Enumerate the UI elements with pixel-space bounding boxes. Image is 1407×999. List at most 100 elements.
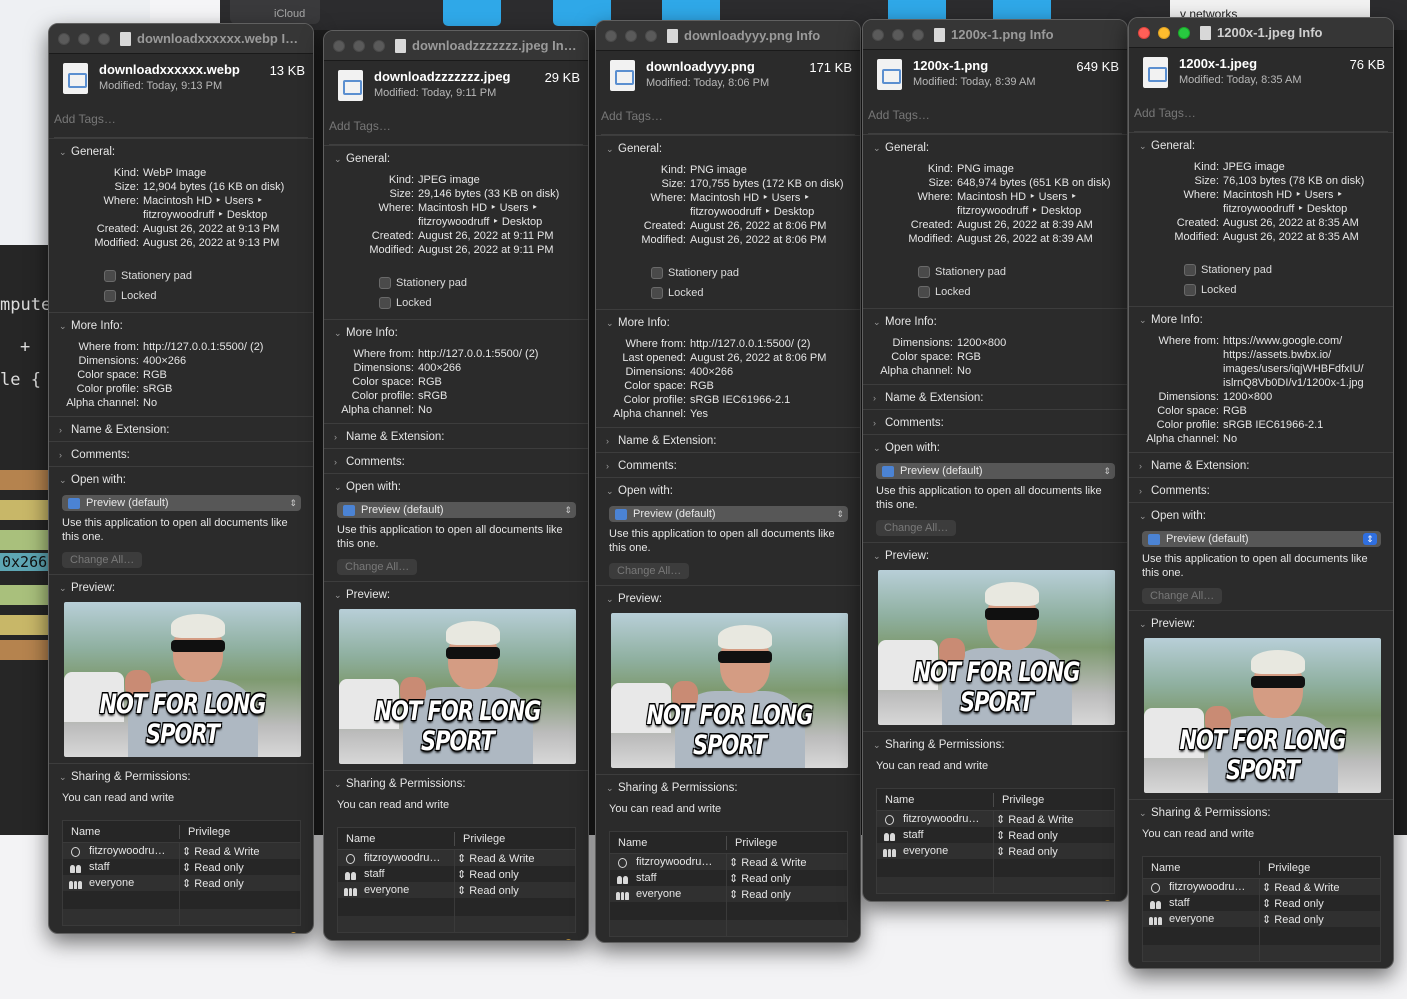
stationery-checkbox[interactable]: Stationery pad	[1184, 260, 1393, 280]
general-header[interactable]: ⌄ General:	[324, 152, 588, 166]
name-extension-header[interactable]: › Name & Extension:	[596, 434, 860, 448]
open-with-popup[interactable]: Preview (default) ⇕	[1142, 531, 1381, 547]
zoom-button[interactable]	[373, 39, 385, 52]
more-info-header[interactable]: ⌄ More Info:	[324, 326, 588, 340]
privilege-popup[interactable]: ⇕ Read & Write	[455, 852, 575, 865]
sharing-header[interactable]: ⌄ Sharing & Permissions:	[324, 777, 588, 791]
permission-row[interactable]: fitzroywoodru… ⇕ Read & Write	[63, 843, 300, 859]
permission-row[interactable]: everyone ⇕ Read only	[63, 875, 300, 891]
remove-user-button[interactable]: −	[82, 933, 100, 934]
permission-row[interactable]: everyone ⇕ Read only	[877, 843, 1114, 859]
general-header[interactable]: ⌄ General:	[1129, 139, 1393, 153]
name-extension-header[interactable]: › Name & Extension:	[1129, 459, 1393, 473]
privilege-popup[interactable]: ⇕ Read only	[727, 888, 847, 901]
permission-row[interactable]: staff ⇕ Read only	[338, 866, 575, 882]
stationery-checkbox[interactable]: Stationery pad	[918, 262, 1127, 282]
general-header[interactable]: ⌄ General:	[49, 145, 313, 159]
folder-icon[interactable]	[443, 0, 501, 26]
name-extension-header[interactable]: › Name & Extension:	[49, 423, 313, 437]
column-header-name[interactable]: Name	[610, 835, 727, 850]
more-info-header[interactable]: ⌄ More Info:	[1129, 313, 1393, 327]
stationery-checkbox[interactable]: Stationery pad	[379, 273, 588, 293]
open-with-popup[interactable]: Preview (default) ⇕	[876, 463, 1115, 479]
privilege-popup[interactable]: ⇕ Read & Write	[727, 856, 847, 869]
close-button[interactable]	[605, 29, 617, 42]
tags-field[interactable]: Add Tags…	[54, 106, 308, 138]
general-header[interactable]: ⌄ General:	[863, 141, 1127, 155]
change-all-button[interactable]: Change All…	[1142, 588, 1223, 604]
change-all-button[interactable]: Change All…	[876, 520, 957, 536]
action-menu-button[interactable]: ⊙⌄	[916, 901, 944, 902]
permission-row[interactable]: fitzroywoodru… ⇕ Read & Write	[1143, 879, 1380, 895]
permission-row[interactable]: staff ⇕ Read only	[63, 859, 300, 875]
privilege-popup[interactable]: ⇕ Read only	[1260, 913, 1380, 926]
info-window[interactable]: 1200x-1.jpeg Info 1200x-1.jpeg Modified:…	[1128, 17, 1394, 969]
locked-checkbox[interactable]: Locked	[918, 282, 1127, 302]
comments-header[interactable]: › Comments:	[863, 416, 1127, 430]
change-all-button[interactable]: Change All…	[337, 559, 418, 575]
privilege-popup[interactable]: ⇕ Read & Write	[994, 813, 1114, 826]
more-info-header[interactable]: ⌄ More Info:	[863, 315, 1127, 329]
title-bar[interactable]: downloadzzzzzzz.jpeg In…	[324, 31, 588, 61]
permission-row[interactable]: everyone ⇕ Read only	[1143, 911, 1380, 927]
privilege-popup[interactable]: ⇕ Read & Write	[180, 845, 300, 858]
permission-row[interactable]: staff ⇕ Read only	[1143, 895, 1380, 911]
add-user-button[interactable]: +	[62, 933, 80, 934]
close-button[interactable]	[58, 32, 70, 45]
tags-field[interactable]: Add Tags…	[1134, 100, 1388, 132]
privilege-popup[interactable]: ⇕ Read only	[180, 861, 300, 874]
column-header-privilege[interactable]: Privilege	[727, 837, 847, 849]
privilege-popup[interactable]: ⇕ Read & Write	[1260, 881, 1380, 894]
close-button[interactable]	[872, 28, 884, 41]
change-all-button[interactable]: Change All…	[609, 563, 690, 579]
preview-header[interactable]: ⌄ Preview:	[324, 588, 588, 602]
close-button[interactable]	[1138, 26, 1150, 39]
tags-field[interactable]: Add Tags…	[868, 102, 1122, 134]
info-window[interactable]: downloadyyy.png Info downloadyyy.png Mod…	[595, 20, 861, 943]
permission-row[interactable]: staff ⇕ Read only	[610, 870, 847, 886]
preview-header[interactable]: ⌄ Preview:	[49, 581, 313, 595]
permission-row[interactable]: fitzroywoodru… ⇕ Read & Write	[877, 811, 1114, 827]
open-with-header[interactable]: ⌄ Open with:	[49, 473, 313, 487]
lock-icon[interactable]	[288, 932, 299, 933]
permission-row[interactable]: fitzroywoodru… ⇕ Read & Write	[338, 850, 575, 866]
comments-header[interactable]: › Comments:	[1129, 484, 1393, 498]
locked-checkbox[interactable]: Locked	[379, 293, 588, 313]
open-with-header[interactable]: ⌄ Open with:	[324, 480, 588, 494]
comments-header[interactable]: › Comments:	[596, 459, 860, 473]
locked-checkbox[interactable]: Locked	[104, 286, 313, 306]
more-info-header[interactable]: ⌄ More Info:	[596, 316, 860, 330]
sharing-header[interactable]: ⌄ Sharing & Permissions:	[1129, 806, 1393, 820]
column-header-name[interactable]: Name	[877, 792, 994, 807]
stationery-checkbox[interactable]: Stationery pad	[651, 263, 860, 283]
title-bar[interactable]: downloadxxxxxx.webp I…	[49, 24, 313, 54]
privilege-popup[interactable]: ⇕ Read only	[727, 872, 847, 885]
sharing-header[interactable]: ⌄ Sharing & Permissions:	[596, 781, 860, 795]
sharing-header[interactable]: ⌄ Sharing & Permissions:	[49, 770, 313, 784]
action-menu-button[interactable]: ⊙⌄	[102, 933, 130, 934]
open-with-header[interactable]: ⌄ Open with:	[1129, 509, 1393, 523]
open-with-popup[interactable]: Preview (default) ⇕	[609, 506, 848, 522]
open-with-popup[interactable]: Preview (default) ⇕	[62, 495, 301, 511]
open-with-popup[interactable]: Preview (default) ⇕	[337, 502, 576, 518]
privilege-popup[interactable]: ⇕ Read only	[994, 829, 1114, 842]
info-window[interactable]: downloadxxxxxx.webp I… downloadxxxxxx.we…	[48, 23, 314, 934]
lock-icon[interactable]	[563, 939, 574, 940]
locked-checkbox[interactable]: Locked	[651, 283, 860, 303]
permission-row[interactable]: everyone ⇕ Read only	[338, 882, 575, 898]
preview-header[interactable]: ⌄ Preview:	[863, 549, 1127, 563]
zoom-button[interactable]	[98, 32, 110, 45]
tags-field[interactable]: Add Tags…	[601, 103, 855, 135]
tags-field[interactable]: Add Tags…	[329, 113, 583, 145]
comments-header[interactable]: › Comments:	[324, 455, 588, 469]
permission-row[interactable]: staff ⇕ Read only	[877, 827, 1114, 843]
column-header-privilege[interactable]: Privilege	[1260, 862, 1380, 874]
action-menu-button[interactable]: ⊙⌄	[377, 940, 405, 941]
info-window[interactable]: downloadzzzzzzz.jpeg In… downloadzzzzzzz…	[323, 30, 589, 941]
stationery-checkbox[interactable]: Stationery pad	[104, 266, 313, 286]
open-with-header[interactable]: ⌄ Open with:	[596, 484, 860, 498]
preview-header[interactable]: ⌄ Preview:	[1129, 617, 1393, 631]
permission-row[interactable]: fitzroywoodru… ⇕ Read & Write	[610, 854, 847, 870]
remove-user-button[interactable]: −	[896, 901, 914, 902]
privilege-popup[interactable]: ⇕ Read only	[455, 884, 575, 897]
